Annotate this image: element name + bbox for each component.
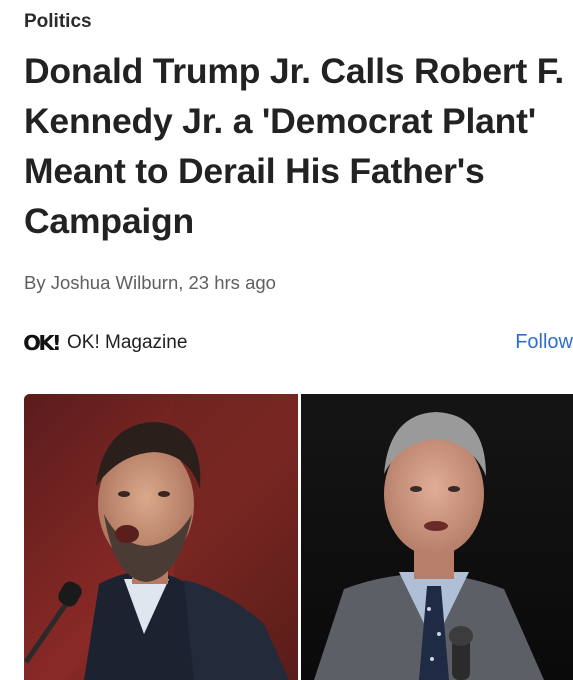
source-row: OK! OK! Magazine Follow bbox=[23, 331, 573, 357]
article-category[interactable]: Politics bbox=[24, 11, 92, 33]
hero-photo-illustration bbox=[24, 394, 573, 680]
follow-button[interactable]: Follow bbox=[515, 331, 573, 354]
publisher-logo[interactable]: OK! bbox=[23, 331, 61, 355]
publisher-name[interactable]: OK! Magazine bbox=[67, 332, 187, 354]
article-headline: Donald Trump Jr. Calls Robert F. Kennedy… bbox=[24, 51, 565, 241]
article-byline: By Joshua Wilburn, 23 hrs ago bbox=[24, 272, 276, 293]
hero-image[interactable] bbox=[24, 394, 573, 680]
right-photo bbox=[301, 394, 573, 680]
left-photo bbox=[24, 394, 298, 680]
